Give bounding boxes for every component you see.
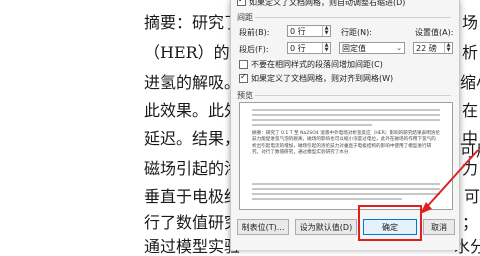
annotation-arrow-icon [420, 149, 479, 214]
